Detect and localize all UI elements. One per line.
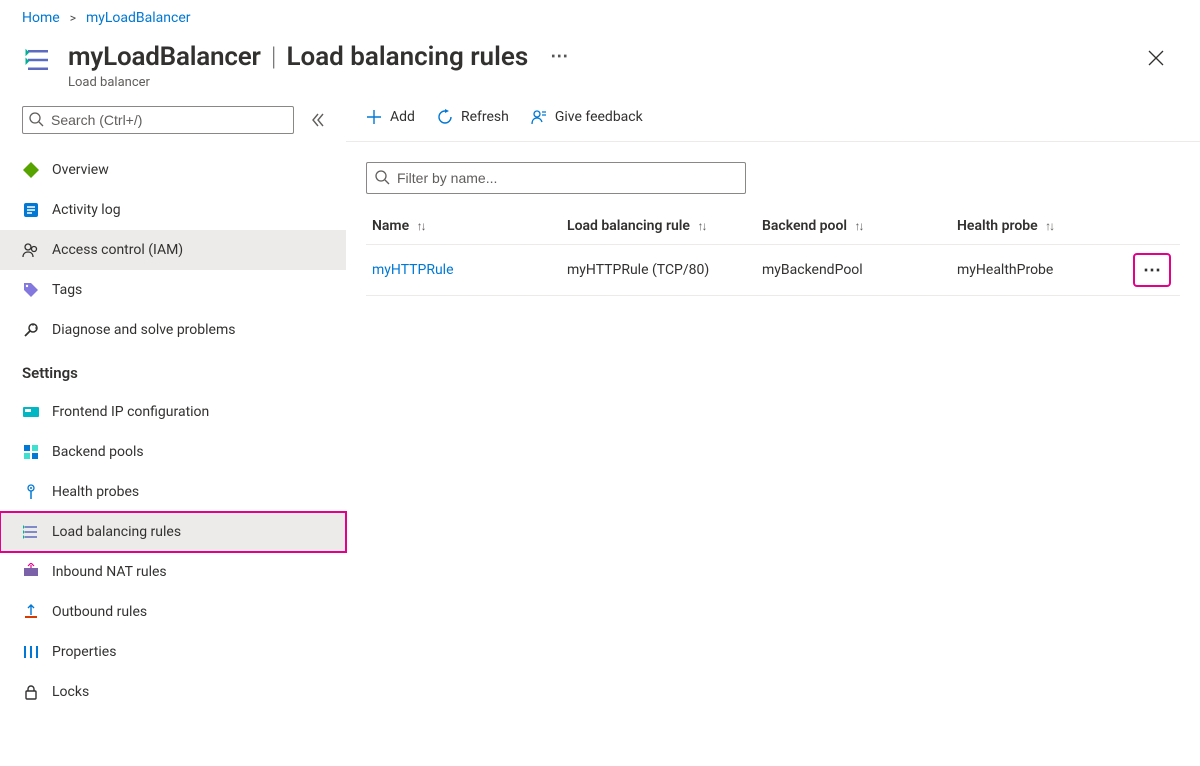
frontend-ip-icon xyxy=(22,403,40,421)
sidebar-group-settings: Settings xyxy=(0,350,346,392)
sidebar: Overview Activity log Access control (IA… xyxy=(0,104,346,760)
collapse-sidebar-button[interactable] xyxy=(306,108,330,132)
activity-log-icon xyxy=(22,201,40,219)
filter-wrap xyxy=(366,162,746,194)
close-button[interactable] xyxy=(1138,40,1174,80)
sidebar-item-locks[interactable]: Locks xyxy=(0,672,346,712)
overview-icon xyxy=(22,161,40,179)
sidebar-item-label: Frontend IP configuration xyxy=(52,404,209,420)
breadcrumb-home[interactable]: Home xyxy=(22,10,60,26)
header-more-button[interactable]: ⋯ xyxy=(536,40,582,73)
sidebar-item-tags[interactable]: Tags xyxy=(0,270,346,310)
column-label: Health probe xyxy=(957,218,1038,234)
sidebar-item-frontend-ip[interactable]: Frontend IP configuration xyxy=(0,392,346,432)
sidebar-search-input[interactable] xyxy=(22,106,294,134)
search-icon xyxy=(28,111,44,127)
page-subtitle: Load balancer xyxy=(68,75,1138,90)
sidebar-item-diagnose[interactable]: Diagnose and solve problems xyxy=(0,310,346,350)
column-header-probe[interactable]: Health probe ↑↓ xyxy=(951,208,1124,245)
sort-icon: ↑↓ xyxy=(1045,219,1053,233)
page-section: Load balancing rules xyxy=(286,42,528,72)
toolbar-label: Refresh xyxy=(461,109,509,125)
column-header-rule[interactable]: Load balancing rule ↑↓ xyxy=(561,208,756,245)
feedback-icon xyxy=(531,109,547,125)
sidebar-item-activity-log[interactable]: Activity log xyxy=(0,190,346,230)
sidebar-item-access-control[interactable]: Access control (IAM) xyxy=(0,230,346,270)
sidebar-item-label: Properties xyxy=(52,644,116,660)
sidebar-item-overview[interactable]: Overview xyxy=(0,150,346,190)
sidebar-item-inbound-nat[interactable]: Inbound NAT rules xyxy=(0,552,346,592)
main-panel: Add Refresh Give feedback xyxy=(346,104,1200,760)
column-label: Load balancing rule xyxy=(567,218,690,234)
load-balancer-icon xyxy=(22,44,54,76)
backend-value: myBackendPool xyxy=(756,245,951,296)
chevron-right-icon: > xyxy=(70,11,76,25)
sidebar-item-label: Load balancing rules xyxy=(52,524,181,540)
page-title: myLoadBalancer xyxy=(68,42,261,72)
locks-icon xyxy=(22,683,40,701)
inbound-nat-icon xyxy=(22,563,40,581)
backend-pools-icon xyxy=(22,443,40,461)
title-divider: | xyxy=(269,42,279,72)
breadcrumb: Home > myLoadBalancer xyxy=(0,0,1200,40)
sidebar-item-label: Diagnose and solve problems xyxy=(52,322,235,338)
access-control-icon xyxy=(22,241,40,259)
sidebar-item-label: Access control (IAM) xyxy=(52,242,183,258)
row-actions-button[interactable]: ⋯ xyxy=(1135,255,1169,285)
column-header-name[interactable]: Name ↑↓ xyxy=(366,208,561,245)
sidebar-item-properties[interactable]: Properties xyxy=(0,632,346,672)
tags-icon xyxy=(22,281,40,299)
search-icon xyxy=(374,169,390,185)
probe-value: myHealthProbe xyxy=(951,245,1124,296)
plus-icon xyxy=(366,109,382,125)
close-icon xyxy=(1148,50,1164,66)
sidebar-item-outbound-rules[interactable]: Outbound rules xyxy=(0,592,346,632)
sidebar-item-label: Health probes xyxy=(52,484,139,500)
sidebar-item-label: Tags xyxy=(52,282,82,298)
sidebar-search xyxy=(22,106,294,134)
sidebar-item-label: Overview xyxy=(52,162,109,178)
sidebar-item-health-probes[interactable]: Health probes xyxy=(0,472,346,512)
add-button[interactable]: Add xyxy=(366,109,415,125)
sort-icon: ↑↓ xyxy=(855,219,863,233)
outbound-rules-icon xyxy=(22,603,40,621)
ellipsis-icon: ⋯ xyxy=(1143,260,1161,281)
column-label: Backend pool xyxy=(762,218,847,234)
sidebar-item-label: Inbound NAT rules xyxy=(52,564,167,580)
filter-input[interactable] xyxy=(366,162,746,194)
sidebar-item-label: Locks xyxy=(52,684,89,700)
chevron-double-left-icon xyxy=(310,112,326,128)
column-header-backend[interactable]: Backend pool ↑↓ xyxy=(756,208,951,245)
toolbar-label: Give feedback xyxy=(555,109,643,125)
health-probes-icon xyxy=(22,483,40,501)
lb-rules-icon xyxy=(22,523,40,541)
breadcrumb-resource[interactable]: myLoadBalancer xyxy=(86,10,191,26)
sidebar-item-lb-rules[interactable]: Load balancing rules xyxy=(0,512,346,552)
rule-name-link[interactable]: myHTTPRule xyxy=(372,262,454,278)
refresh-icon xyxy=(437,109,453,125)
sort-icon: ↑↓ xyxy=(697,219,705,233)
refresh-button[interactable]: Refresh xyxy=(437,109,509,125)
feedback-button[interactable]: Give feedback xyxy=(531,109,643,125)
sidebar-item-label: Outbound rules xyxy=(52,604,147,620)
toolbar: Add Refresh Give feedback xyxy=(346,104,1200,142)
table-row[interactable]: myHTTPRule myHTTPRule (TCP/80) myBackend… xyxy=(366,245,1180,296)
sidebar-item-label: Backend pools xyxy=(52,444,144,460)
toolbar-label: Add xyxy=(390,109,415,125)
properties-icon xyxy=(22,643,40,661)
page-header: myLoadBalancer | Load balancing rules ⋯ … xyxy=(0,40,1200,104)
diagnose-icon xyxy=(22,321,40,339)
sidebar-item-label: Activity log xyxy=(52,202,121,218)
rule-value: myHTTPRule (TCP/80) xyxy=(561,245,756,296)
column-label: Name xyxy=(372,218,409,234)
sidebar-item-backend-pools[interactable]: Backend pools xyxy=(0,432,346,472)
rules-table: Name ↑↓ Load balancing rule ↑↓ Backend p… xyxy=(366,208,1180,296)
sort-icon: ↑↓ xyxy=(417,219,425,233)
